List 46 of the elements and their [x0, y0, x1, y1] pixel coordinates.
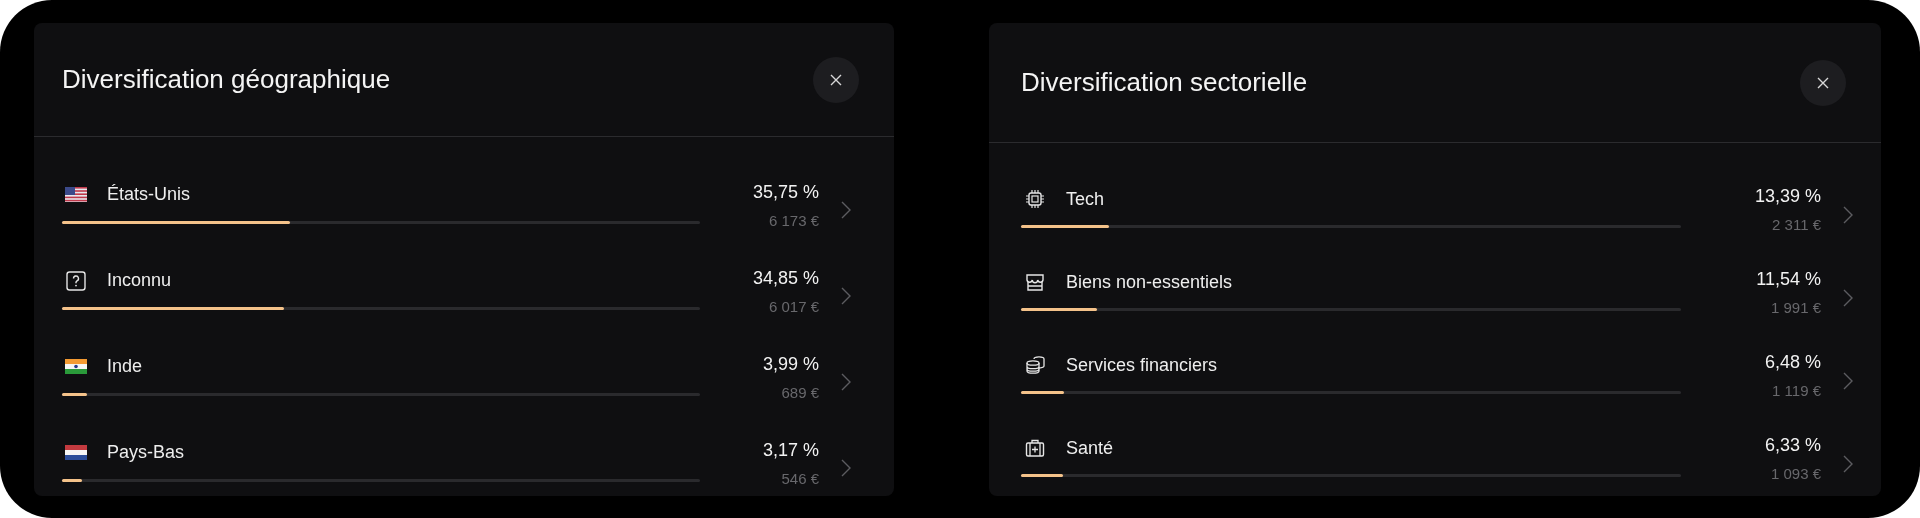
item-label: Biens non-essentiels [1066, 271, 1233, 293]
chevron-right-icon[interactable] [1842, 204, 1854, 225]
chevron-right-icon[interactable] [1842, 287, 1854, 308]
percentage: 6,33 % [1764, 435, 1821, 456]
flag-icon [65, 359, 87, 374]
chevron-right-icon[interactable] [840, 286, 852, 306]
amount: 2 311 € [1772, 216, 1821, 233]
item-label: Inde [107, 356, 143, 377]
question-mark-icon [65, 269, 87, 292]
percentage: 34,85 % [752, 267, 819, 289]
chevron-right-icon[interactable] [840, 200, 852, 220]
percentage: 13,39 % [1754, 186, 1821, 207]
close-icon [829, 72, 843, 87]
chevron-right-icon[interactable] [840, 458, 852, 478]
item-label: Santé [1066, 437, 1114, 459]
amount: 1 991 € [1770, 299, 1821, 316]
close-button[interactable] [813, 56, 859, 103]
close-icon [1816, 75, 1830, 90]
percentage: 3,99 % [762, 353, 819, 375]
chevron-right-icon[interactable] [1842, 370, 1854, 391]
amount: 546 € [781, 469, 819, 487]
flag-icon [65, 187, 87, 202]
medical-kit-icon [1024, 437, 1046, 459]
flag-icon [65, 445, 87, 460]
chip-icon [1024, 188, 1046, 210]
coins-icon [1024, 354, 1046, 376]
amount: 1 119 € [1772, 382, 1821, 399]
item-label: Services financiers [1066, 354, 1218, 376]
amount: 6 017 € [768, 297, 819, 315]
item-label: États-Unis [107, 184, 191, 205]
amount: 6 173 € [768, 211, 819, 229]
amount: 689 € [781, 383, 819, 401]
chevron-right-icon[interactable] [840, 372, 852, 392]
percentage: 6,48 % [1764, 352, 1821, 373]
amount: 1 093 € [1770, 465, 1821, 482]
chevron-right-icon[interactable] [1842, 453, 1854, 474]
item-label: Inconnu [107, 270, 172, 291]
panel-title: Diversification géographique [62, 64, 391, 95]
store-icon [1024, 271, 1046, 293]
item-label: Pays-Bas [107, 442, 185, 463]
percentage: 3,17 % [762, 439, 819, 461]
percentage: 11,54 % [1756, 269, 1821, 290]
close-button[interactable] [1800, 59, 1846, 106]
panel-title: Diversification sectorielle [1021, 67, 1308, 98]
percentage: 35,75 % [752, 181, 819, 203]
item-label: Tech [1066, 188, 1105, 210]
